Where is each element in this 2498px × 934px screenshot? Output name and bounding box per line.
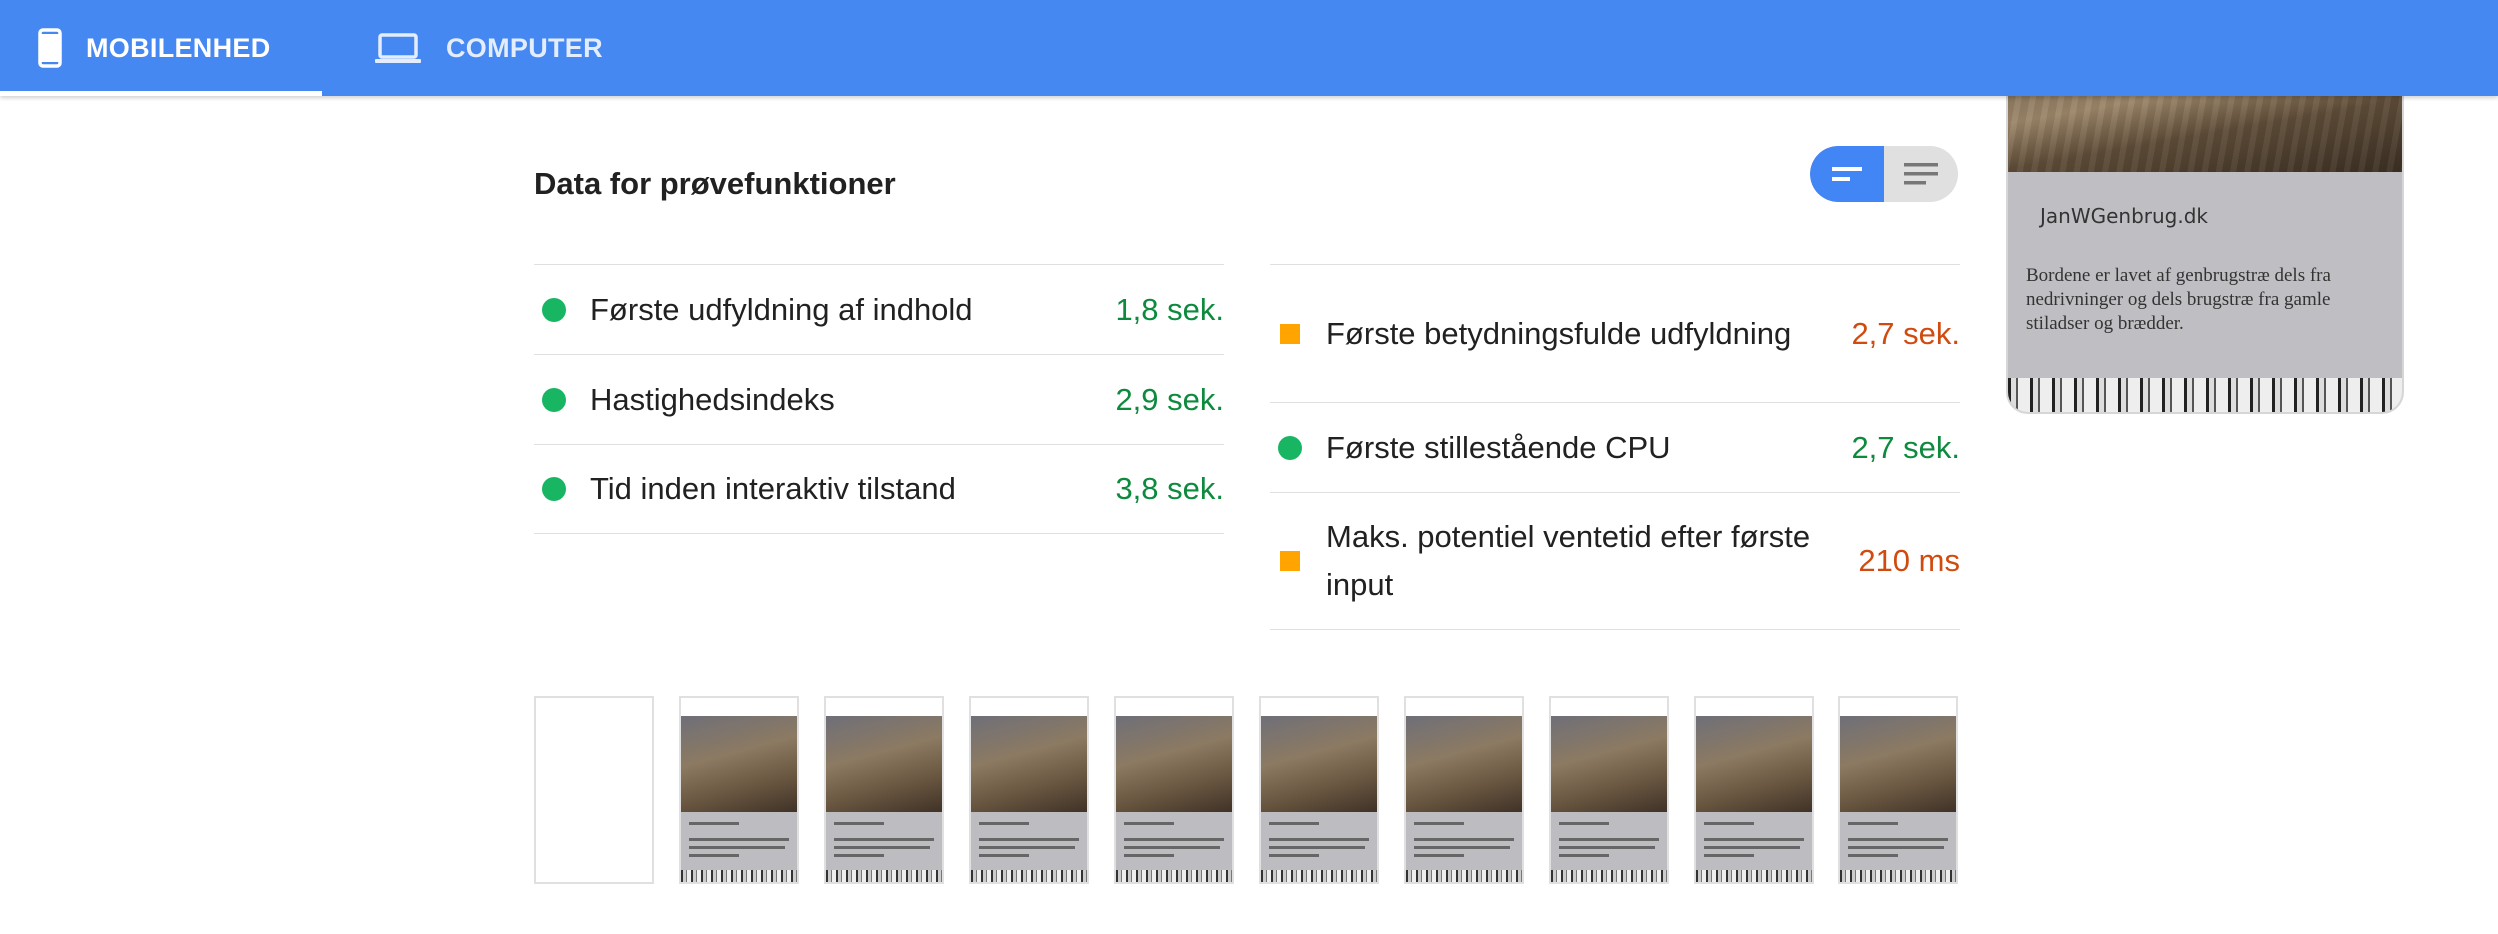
filmstrip-frame: [1114, 696, 1234, 884]
laptop-icon: [374, 32, 422, 64]
metric-label: Hastighedsindeks: [590, 381, 835, 417]
pass-indicator-icon: [534, 387, 590, 412]
screenshot-description: Bordene er lavet af genbrugstræ dels fra…: [2026, 265, 2331, 334]
expanded-list-icon: [1904, 163, 1938, 185]
filmstrip-frame-blank: [534, 696, 654, 884]
active-tab-indicator: [0, 91, 322, 96]
filmstrip-frame: [1549, 696, 1669, 884]
pass-indicator-icon: [1270, 435, 1326, 460]
metric-value: 3,8 sek.: [1115, 471, 1224, 506]
view-toggle: [1810, 146, 1958, 202]
metric-value: 2,7 sek.: [1851, 429, 1960, 465]
filmstrip-frame: [1259, 696, 1379, 884]
metrics-right-column: Første betydningsfulde udfyldning 2,7 se…: [1270, 264, 1960, 630]
metric-row: Tid inden interaktiv tilstand 3,8 sek.: [534, 444, 1224, 534]
metric-row: Første udfyldning af indhold 1,8 sek.: [534, 264, 1224, 354]
pass-indicator-icon: [534, 477, 590, 501]
average-indicator-icon: [1270, 323, 1326, 344]
compact-view-button[interactable]: [1810, 146, 1884, 202]
metrics-left-column: Første udfyldning af indhold 1,8 sek. Ha…: [534, 264, 1224, 534]
compact-list-icon: [1832, 167, 1862, 181]
filmstrip-frame: [824, 696, 944, 884]
metric-value: 1,8 sek.: [1115, 291, 1224, 327]
metric-value: 2,9 sek.: [1115, 381, 1224, 417]
tab-mobile-label: MOBILENHED: [86, 32, 271, 63]
pass-indicator-icon: [534, 297, 590, 322]
screenshot-footer-images: [2008, 378, 2402, 412]
metric-value: 2,7 sek.: [1851, 315, 1960, 351]
filmstrip-frame: [969, 696, 1089, 884]
metric-label: Første udfyldning af indhold: [590, 291, 973, 327]
tab-desktop-label: COMPUTER: [446, 32, 603, 63]
metric-label: Maks. potentiel ventetid efter første in…: [1326, 519, 1811, 602]
filmstrip-frame: [1694, 696, 1814, 884]
device-tab-bar: MOBILENHED COMPUTER: [0, 0, 2498, 96]
filmstrip: [534, 696, 1958, 886]
filmstrip-frame: [679, 696, 799, 884]
metric-label: Tid inden interaktiv tilstand: [590, 471, 956, 506]
section-title: Data for prøvefunktioner: [534, 166, 896, 201]
tab-mobile[interactable]: MOBILENHED: [0, 0, 322, 96]
tab-desktop[interactable]: COMPUTER: [322, 0, 642, 96]
metric-label: Første betydningsfulde udfyldning: [1326, 315, 1792, 351]
phone-icon: [38, 28, 62, 68]
metric-row: Første stillestående CPU 2,7 sek.: [1270, 402, 1960, 492]
metric-row: Maks. potentiel ventetid efter første in…: [1270, 492, 1960, 630]
metric-row: Første betydningsfulde udfyldning 2,7 se…: [1270, 264, 1960, 402]
screenshot-site-name: JanWGenbrug.dk: [2040, 204, 2209, 228]
filmstrip-frame: [1404, 696, 1524, 884]
final-screenshot: JanWGenbrug.dk Bordene er lavet af genbr…: [2006, 60, 2404, 414]
average-indicator-icon: [1270, 551, 1326, 571]
metric-row: Hastighedsindeks 2,9 sek.: [534, 354, 1224, 444]
filmstrip-frame: [1838, 696, 1958, 884]
expanded-view-button[interactable]: [1884, 146, 1958, 202]
metric-value: 210 ms: [1858, 543, 1960, 578]
metric-label: Første stillestående CPU: [1326, 429, 1671, 465]
